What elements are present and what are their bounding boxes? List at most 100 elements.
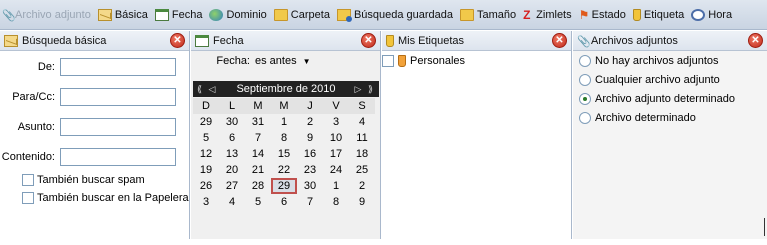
tags-panel: Mis Etiquetas ✕ Personales: [382, 31, 572, 239]
calendar-day[interactable]: 1: [271, 114, 297, 130]
calendar-day[interactable]: 30: [297, 178, 323, 194]
date-operator-row: Fecha: es antes ▼: [191, 55, 381, 67]
calendar-prev-icon[interactable]: ⟪ ◁: [197, 84, 217, 95]
calendar-day[interactable]: 21: [245, 162, 271, 178]
search-trash-checkbox[interactable]: [22, 192, 34, 204]
toolbar-attachment-button[interactable]: 📎 Archivo adjunto: [2, 5, 91, 25]
from-field[interactable]: [60, 58, 176, 76]
calendar-day[interactable]: 28: [245, 178, 271, 194]
toolbar-date-button[interactable]: Fecha: [154, 5, 202, 25]
calendar-day[interactable]: 4: [219, 194, 245, 210]
calendar-day[interactable]: 22: [271, 162, 297, 178]
subject-row: Asunto:: [0, 117, 190, 137]
calendar-day[interactable]: 17: [323, 146, 349, 162]
calendar-day[interactable]: 13: [219, 146, 245, 162]
tag-item-personales[interactable]: Personales: [382, 55, 465, 67]
toolbar-status-button[interactable]: ⚑ Estado: [579, 5, 626, 25]
calendar-day[interactable]: 26: [193, 178, 219, 194]
calendar-day[interactable]: 3: [193, 194, 219, 210]
radio-button[interactable]: [579, 112, 591, 124]
calendar-month-label: Septiembre de 2010: [236, 83, 336, 95]
tag-checkbox[interactable]: [382, 55, 394, 67]
folder-icon: [460, 8, 475, 21]
date-panel: Fecha ✕ Fecha: es antes ▼ ⟪ ◁ Septiembre…: [191, 31, 381, 239]
close-icon[interactable]: ✕: [552, 33, 567, 48]
calendar-day[interactable]: 8: [271, 130, 297, 146]
toolbar-folder-button[interactable]: Carpeta: [273, 5, 330, 25]
search-spam-option[interactable]: También buscar spam: [22, 174, 145, 186]
toolbar-tag-button[interactable]: Etiqueta: [632, 5, 684, 25]
calendar-day[interactable]: 4: [349, 114, 375, 130]
to-cc-field[interactable]: [60, 88, 176, 106]
calendar-next-icon[interactable]: ▷ ⟫: [355, 84, 375, 95]
calendar-day[interactable]: 29: [271, 178, 297, 194]
search-spam-label: También buscar spam: [37, 174, 145, 186]
calendar-day[interactable]: 9: [349, 194, 375, 210]
calendar-day[interactable]: 15: [271, 146, 297, 162]
toolbar-time-button[interactable]: Hora: [691, 5, 732, 25]
search-spam-checkbox[interactable]: [22, 174, 34, 186]
close-icon[interactable]: ✕: [361, 33, 376, 48]
calendar-day[interactable]: 3: [323, 114, 349, 130]
radio-button[interactable]: [579, 74, 591, 86]
calendar-day[interactable]: 29: [193, 114, 219, 130]
calendar-day[interactable]: 23: [297, 162, 323, 178]
content-row: Contenido:: [0, 147, 190, 167]
calendar-day[interactable]: 1: [323, 178, 349, 194]
calendar-weekday-row: DLMMJVS: [193, 98, 379, 114]
calendar-day[interactable]: 11: [349, 130, 375, 146]
calendar-day[interactable]: 14: [245, 146, 271, 162]
calendar-day[interactable]: 2: [297, 114, 323, 130]
chevron-down-icon: ▼: [302, 56, 311, 66]
calendar-day[interactable]: 10: [323, 130, 349, 146]
attachment-option-any[interactable]: Cualquier archivo adjunto: [579, 74, 720, 86]
calendar-day[interactable]: 6: [271, 194, 297, 210]
calendar-day[interactable]: 5: [245, 194, 271, 210]
toolbar-basic-button[interactable]: Básica: [97, 5, 148, 25]
calendar-icon: [154, 8, 169, 21]
zimlet-icon: Z: [523, 7, 531, 22]
flag-icon: ⚑: [578, 7, 590, 22]
close-icon[interactable]: ✕: [170, 33, 185, 48]
subject-label: Asunto:: [17, 121, 55, 133]
attachment-option-file[interactable]: Archivo determinado: [579, 112, 696, 124]
calendar-weekday: V: [323, 98, 349, 114]
attachment-option-specific[interactable]: Archivo adjunto determinado: [579, 93, 735, 105]
calendar-day[interactable]: 30: [219, 114, 245, 130]
calendar-week-row: 5 6 7 8 9 10 11: [193, 130, 379, 146]
radio-button[interactable]: [579, 55, 591, 67]
toolbar-domain-button[interactable]: Dominio: [209, 5, 267, 25]
toolbar-size-button[interactable]: Tamaño: [460, 5, 516, 25]
subject-field[interactable]: [60, 118, 176, 136]
calendar-day[interactable]: 8: [323, 194, 349, 210]
calendar-day[interactable]: 27: [219, 178, 245, 194]
radio-button-selected[interactable]: [579, 93, 591, 105]
saved-search-icon: [336, 8, 352, 22]
toolbar-saved-search-button[interactable]: Búsqueda guardada: [336, 5, 453, 25]
date-label: Fecha:: [216, 55, 250, 67]
calendar-day[interactable]: 9: [297, 130, 323, 146]
tag-label: Personales: [410, 55, 466, 67]
date-title: Fecha: [213, 34, 244, 47]
calendar-day[interactable]: 25: [349, 162, 375, 178]
search-trash-option[interactable]: También buscar en la Papelera: [22, 192, 189, 204]
close-icon[interactable]: ✕: [748, 33, 763, 48]
toolbar-zimlets-button[interactable]: Z Zimlets: [523, 5, 571, 25]
calendar-day[interactable]: 7: [245, 130, 271, 146]
calendar-day[interactable]: 7: [297, 194, 323, 210]
calendar-day[interactable]: 5: [193, 130, 219, 146]
calendar-day[interactable]: 18: [349, 146, 375, 162]
calendar-day[interactable]: 16: [297, 146, 323, 162]
calendar-day[interactable]: 31: [245, 114, 271, 130]
calendar-day[interactable]: 6: [219, 130, 245, 146]
content-field[interactable]: [60, 148, 176, 166]
clock-icon: [691, 8, 706, 21]
calendar-day[interactable]: 19: [193, 162, 219, 178]
calendar-day[interactable]: 24: [323, 162, 349, 178]
attachment-option-none[interactable]: No hay archivos adjuntos: [579, 55, 719, 67]
calendar-day[interactable]: 12: [193, 146, 219, 162]
content-label: Contenido:: [1, 151, 55, 163]
date-operator-select[interactable]: es antes ▼: [255, 55, 311, 67]
calendar-day[interactable]: 2: [349, 178, 375, 194]
calendar-day[interactable]: 20: [219, 162, 245, 178]
